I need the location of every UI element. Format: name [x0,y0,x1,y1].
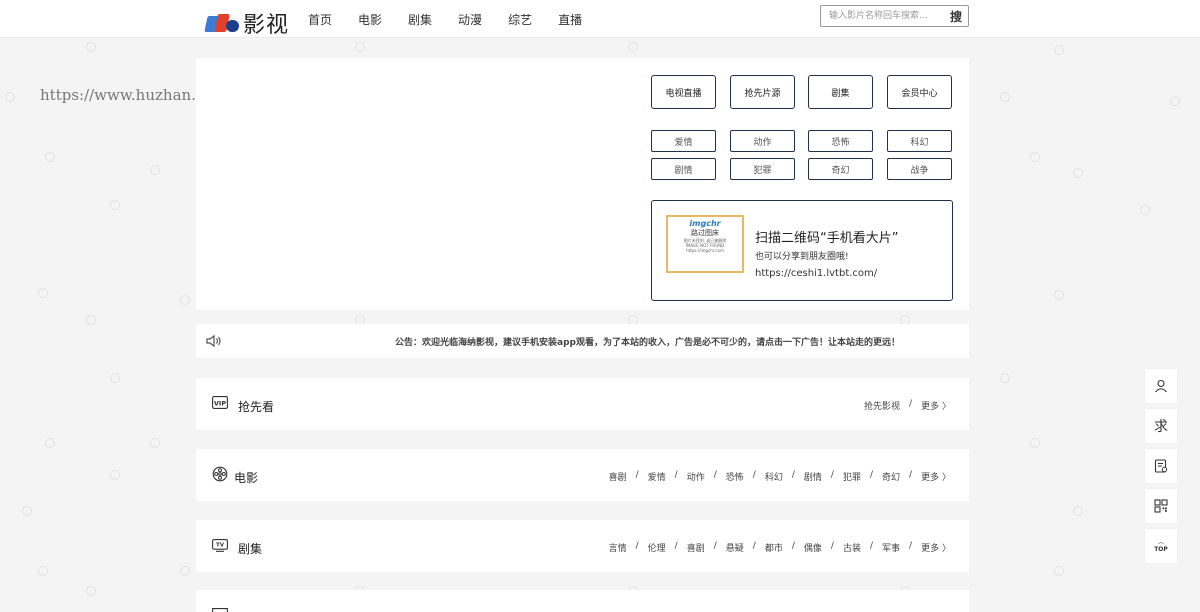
section-link[interactable]: 偶像 [804,541,822,554]
top-header: 影视 首页 电影 剧集 动漫 综艺 直播 搜 [0,0,1200,38]
section-early-release: VIP 抢先看 抢先影视 / 更多 〉 [196,378,969,430]
section-link[interactable]: 喜剧 [609,470,627,483]
request-button[interactable]: 求 [1145,409,1177,443]
more-link[interactable]: 更多 〉 [921,399,951,412]
notice-bar: 公告：欢迎光临海纳影视，建议手机安装app观看，为了本站的收入，广告是必不可少的… [196,324,969,358]
tag-action[interactable]: 动作 [730,130,795,152]
section-link[interactable]: 剧情 [804,470,822,483]
series-button[interactable]: 剧集 [808,75,873,109]
section-link[interactable]: 爱情 [648,470,666,483]
section-link[interactable]: 都市 [765,541,783,554]
tv-live-button[interactable]: 电视直播 [651,75,716,109]
section-icon [212,608,228,612]
qr-image-line1: 路过图床 [691,229,719,237]
main-nav: 首页 电影 剧集 动漫 综艺 直播 [308,11,608,28]
chevron-right-icon: 〉 [941,473,951,483]
member-center-button[interactable]: 会员中心 [887,75,952,109]
vip-icon: VIP [212,396,228,409]
tag-fantasy[interactable]: 奇幻 [808,158,873,180]
section-link[interactable]: 奇幻 [882,470,900,483]
history-button[interactable] [1145,449,1177,483]
qr-title: 扫描二维码“手机看大片” [755,231,899,246]
qrcode-icon [1154,499,1168,513]
document-icon [1154,459,1168,473]
section-title: 剧集 [238,542,263,556]
chevron-right-icon: 〉 [941,544,951,554]
section-title: 抢先看 [238,400,275,414]
floating-sidebar: 求 ︿ TOP [1145,369,1177,569]
section-links: 言情 / 伦理 / 喜剧 / 悬疑 / 都市 / 偶像 / 古装 / 军事 / 更多 〉 [608,541,951,554]
tag-scifi[interactable]: 科幻 [887,130,952,152]
section-link[interactable]: 军事 [882,541,900,554]
request-label: 求 [1154,419,1168,435]
section-title: 电影 [234,471,259,485]
tag-crime[interactable]: 犯罪 [730,158,795,180]
early-release-button[interactable]: 抢先片源 [730,75,795,109]
section-link[interactable]: 恐怖 [726,470,744,483]
section-link[interactable]: 喜剧 [687,541,705,554]
section-link[interactable]: 古装 [843,541,861,554]
site-logo[interactable]: 影视 [204,7,290,39]
tag-drama[interactable]: 剧情 [651,158,716,180]
qr-image-brand: imgchr [689,219,721,228]
more-link[interactable]: 更多 〉 [921,541,951,554]
svg-text:TV: TV [216,543,225,549]
top-label: TOP [1154,545,1168,553]
qr-subtitle: 也可以分享到朋友圈哦! [755,252,849,262]
section-link[interactable]: 抢先影视 [864,399,900,412]
section-link[interactable]: 科幻 [765,470,783,483]
section-links: 抢先影视 / 更多 〉 [864,399,951,412]
back-to-top-button[interactable]: ︿ TOP [1145,529,1177,563]
section-next-partial [196,590,969,612]
chevron-right-icon: 〉 [941,402,951,412]
section-series: TV 剧集 言情 / 伦理 / 喜剧 / 悬疑 / 都市 / 偶像 / 古装 / 军事 / 更多… [196,520,969,572]
nav-item-anime[interactable]: 动漫 [458,11,482,28]
section-link[interactable]: 悬疑 [726,541,744,554]
logo-mark-icon [204,12,240,34]
section-link[interactable]: 伦理 [648,541,666,554]
user-button[interactable] [1145,369,1177,403]
logo-text: 影视 [243,13,290,38]
qr-url[interactable]: https://ceshi1.lvtbt.com/ [755,268,877,279]
section-links: 喜剧 / 爱情 / 动作 / 恐怖 / 科幻 / 剧情 / 犯罪 / 奇幻 / 更多 〉 [608,470,951,483]
search-input[interactable] [821,6,939,26]
tag-romance[interactable]: 爱情 [651,130,716,152]
tag-horror[interactable]: 恐怖 [808,130,873,152]
nav-item-live[interactable]: 直播 [558,11,582,28]
qr-image-line4: https://imgchr.com [686,248,724,253]
more-link[interactable]: 更多 〉 [921,470,951,483]
section-movies: 电影 喜剧 / 爱情 / 动作 / 恐怖 / 科幻 / 剧情 / 犯罪 / 奇幻 / 更多 〉 [196,449,969,501]
tag-war[interactable]: 战争 [887,158,952,180]
user-icon [1155,379,1167,393]
nav-item-movies[interactable]: 电影 [358,11,382,28]
svg-text:VIP: VIP [214,399,226,407]
search-box: 搜 [820,5,969,27]
film-reel-icon [212,466,228,482]
tv-icon: TV [212,539,228,552]
notice-text[interactable]: 公告：欢迎光临海纳影视，建议手机安装app观看，为了本站的收入，广告是必不可少的… [196,335,969,348]
nav-item-home[interactable]: 首页 [308,11,332,28]
qrcode-button[interactable] [1145,489,1177,523]
qr-card: imgchr 路过图床 图片未找到, 或已被删除 IMAGE NOT FOUND… [651,200,953,301]
nav-item-variety[interactable]: 综艺 [508,11,532,28]
qr-code-image: imgchr 路过图床 图片未找到, 或已被删除 IMAGE NOT FOUND… [666,215,744,273]
hero-panel: 电视直播 抢先片源 剧集 会员中心 爱情 动作 恐怖 科幻 剧情 犯罪 奇幻 战… [196,58,969,310]
section-link[interactable]: 动作 [687,470,705,483]
section-link[interactable]: 言情 [609,541,627,554]
section-link[interactable]: 犯罪 [843,470,861,483]
nav-item-series[interactable]: 剧集 [408,11,432,28]
search-button[interactable]: 搜 [950,8,962,25]
